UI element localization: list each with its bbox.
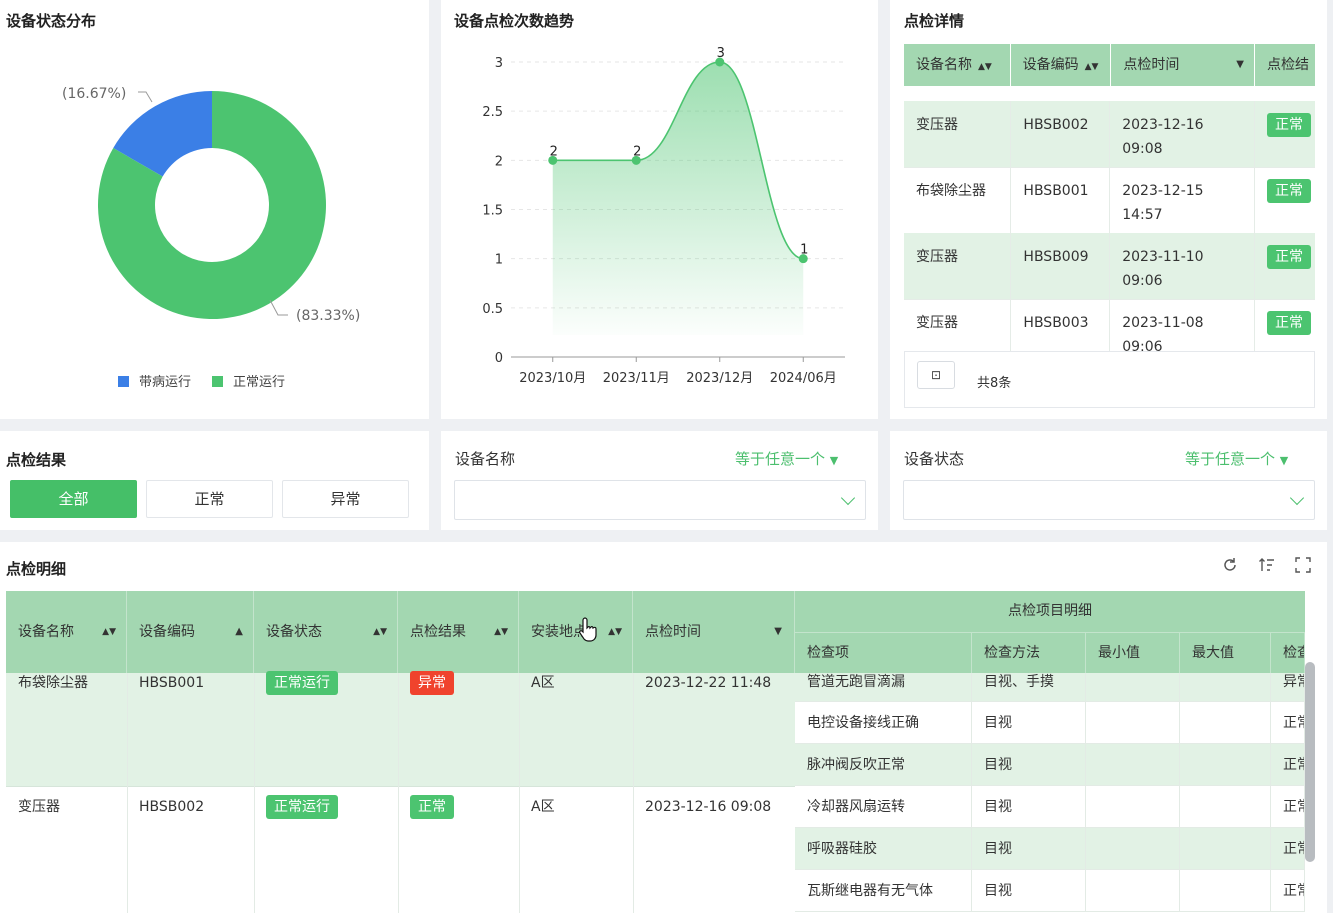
chevron-down-icon: [840, 490, 856, 506]
data-label: 2: [633, 144, 641, 159]
fullscreen-icon[interactable]: [1294, 556, 1312, 574]
sub-header-min[interactable]: 最小值: [1086, 632, 1180, 673]
name-filter-label: 设备名称: [455, 450, 516, 468]
status-select[interactable]: [903, 480, 1315, 520]
sub-item: 呼吸器硅胶: [795, 828, 972, 870]
trend-card: 设备点检次数趋势 0 0.5 1 1.5 2 2.5 3 2 2023/10月 2 2023/11月…: [441, 0, 878, 419]
name-filter-operator[interactable]: 等于任意一个 ▼: [735, 448, 838, 469]
sort-icon[interactable]: [1258, 556, 1276, 574]
y-tick-label: 2.5: [482, 105, 503, 120]
sub-item: 电控设备接线正确: [795, 702, 972, 744]
caret-down-icon: ▼: [829, 454, 839, 467]
filter-abnormal-button[interactable]: 异常: [282, 480, 409, 518]
group-header: 点检项目明细: [795, 591, 1305, 632]
sub-header-check[interactable]: 检查: [1271, 632, 1305, 673]
data-label: 3: [717, 46, 725, 61]
column-header-code[interactable]: 设备编码 ▲▼: [1011, 44, 1112, 86]
sort-icon[interactable]: ▲▼: [1085, 62, 1099, 72]
sub-item: 管道无跑冒滴漏: [795, 673, 972, 702]
legend-label-normal[interactable]: 正常运行: [233, 375, 285, 390]
sub-item: 冷却器风扇运转: [795, 786, 972, 828]
detail-pager: ⊡ 共8条: [904, 351, 1315, 408]
column-header-result[interactable]: 点检结: [1255, 44, 1315, 86]
refresh-icon[interactable]: [1221, 556, 1239, 574]
column-header-device-status[interactable]: 设备状态 ▲▼: [254, 591, 398, 673]
data-label: 2: [550, 144, 558, 159]
status-badge: 正常运行: [266, 795, 338, 819]
x-tick-label: 2023/11月: [603, 371, 670, 386]
status-badge: 正常: [1267, 311, 1312, 335]
detail-table-header: 设备名称 ▲▼ 设备编码 ▲▼ 点检时间 ▼ 点检结: [904, 44, 1315, 86]
y-tick-label: 3: [495, 56, 503, 71]
column-header-device-name[interactable]: 设备名称 ▲▼: [6, 591, 127, 673]
y-tick-label: 0.5: [482, 302, 503, 317]
legend-swatch-normal: [212, 376, 223, 387]
sub-item: 脉冲阀反吹正常: [795, 744, 972, 786]
label-normal-percent: (83.33%): [296, 308, 360, 324]
column-header-name[interactable]: 设备名称 ▲▼: [904, 44, 1011, 86]
status-badge: 正常运行: [266, 671, 338, 695]
y-tick-label: 1: [495, 253, 503, 268]
table-title: 点检明细: [6, 560, 67, 578]
legend-swatch-sick: [118, 376, 129, 387]
table-row[interactable]: 布袋除尘器 HBSB001 2023-12-15 14:57 正常: [904, 167, 1315, 234]
name-select[interactable]: [454, 480, 866, 520]
table-row[interactable]: 变压器 HBSB003 2023-11-08 09:06 正常: [904, 299, 1315, 352]
y-tick-label: 2: [495, 154, 503, 169]
table-row[interactable]: 变压器 HBSB002 2023-12-16 09:08 正常: [904, 101, 1315, 168]
donut-chart: (16.67%) (83.33%) 带病运行 正常运行: [62, 86, 360, 390]
area-fill: [552, 62, 804, 335]
expand-icon[interactable]: ⊡: [917, 361, 955, 389]
sub-header-method[interactable]: 检查方法: [972, 632, 1086, 673]
card-title: 点检结果: [6, 451, 67, 469]
sort-desc-icon[interactable]: ▼: [1236, 44, 1244, 86]
trend-area-chart: 0 0.5 1 1.5 2 2.5 3 2 2023/10月 2 2023/11月 3 2023/12月…: [482, 46, 845, 386]
caret-down-icon: ▼: [1279, 454, 1289, 467]
column-header-device-code[interactable]: 设备编码 ▲: [127, 591, 254, 673]
result-badge: 正常: [410, 795, 454, 819]
sub-header-max[interactable]: 最大值: [1180, 632, 1271, 673]
label-sick-percent: (16.67%): [62, 86, 126, 102]
result-badge: 异常: [410, 671, 454, 695]
chevron-down-icon: [1289, 490, 1305, 506]
filter-all-button[interactable]: 全部: [10, 480, 137, 518]
column-header-time[interactable]: 点检时间 ▼: [1111, 44, 1255, 86]
table-row[interactable]: 变压器 HBSB009 2023-11-10 09:06 正常: [904, 233, 1315, 300]
status-badge: 正常: [1267, 179, 1312, 203]
column-header-time[interactable]: 点检时间 ▼: [633, 591, 795, 673]
y-tick-label: 0: [495, 351, 503, 366]
status-badge: 正常: [1267, 245, 1312, 269]
legend-label-sick[interactable]: 带病运行: [139, 375, 191, 390]
status-filter-operator[interactable]: 等于任意一个 ▼: [1185, 448, 1288, 469]
sub-header-item[interactable]: 检查项: [795, 632, 972, 673]
status-badge: 正常: [1267, 113, 1312, 137]
status-distribution-card: 设备状态分布 (16.67%) (83.33%) 带病运行 正常运行: [0, 0, 429, 419]
data-label: 1: [800, 243, 808, 258]
vertical-scrollbar[interactable]: [1305, 662, 1315, 862]
x-tick-label: 2023/10月: [519, 371, 586, 386]
sub-item: 瓦斯继电器有无气体: [795, 870, 972, 912]
hand-cursor-icon: [579, 617, 597, 642]
card-title: 点检详情: [904, 12, 965, 30]
x-tick-label: 2024/06月: [770, 371, 837, 386]
total-count: 共8条: [977, 376, 1012, 391]
column-header-result[interactable]: 点检结果 ▲▼: [398, 591, 519, 673]
sort-icon[interactable]: ▲▼: [978, 62, 992, 72]
column-header-location[interactable]: 安装地点 ▲▼: [519, 591, 633, 673]
status-filter-label: 设备状态: [904, 450, 965, 468]
y-tick-label: 1.5: [482, 204, 503, 219]
x-tick-label: 2023/12月: [686, 371, 753, 386]
filter-normal-button[interactable]: 正常: [146, 480, 273, 518]
